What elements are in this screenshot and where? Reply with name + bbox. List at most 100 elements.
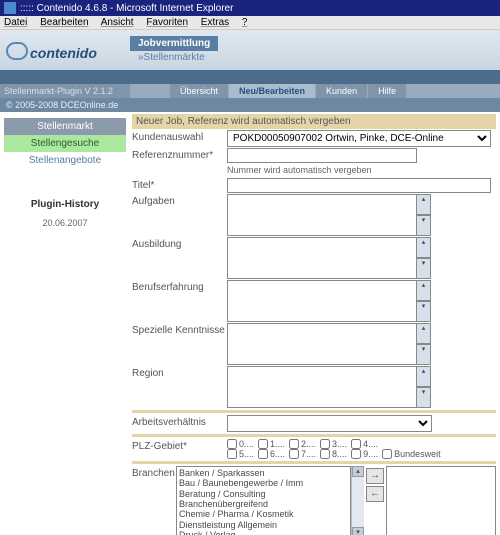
plz-option[interactable]: 7.... (289, 449, 316, 459)
label-aufgaben: Aufgaben (132, 194, 227, 207)
listbox-branchen-selected[interactable] (386, 466, 496, 535)
plz-option[interactable]: 6.... (258, 449, 285, 459)
spin-down-icon[interactable]: ▾ (416, 387, 431, 408)
version-label: Stellenmarkt-Plugin V 2.1.2 (0, 84, 130, 98)
label-region: Region (132, 366, 227, 379)
section-title: Neuer Job, Referenz wird automatisch ver… (132, 114, 496, 129)
header-tabs: Jobvermittlung »Stellenmärkte (130, 36, 500, 64)
list-item[interactable]: Bau / Baunebengewerbe / Imm (179, 478, 348, 488)
sidebar-item-stellenangebote[interactable]: Stellenangebote (4, 152, 126, 169)
label-kundenauswahl: Kundenauswahl (132, 130, 227, 143)
app-icon (4, 2, 16, 14)
menu-help[interactable]: ? (242, 17, 248, 28)
plz-checkbox[interactable] (382, 449, 392, 459)
plz-checkbox[interactable] (289, 439, 299, 449)
spin-up-icon[interactable]: ▴ (416, 323, 431, 344)
label-plz: PLZ-Gebiet* (132, 439, 227, 452)
plz-option[interactable]: 2.... (289, 439, 316, 449)
spin-down-icon[interactable]: ▾ (416, 215, 431, 236)
scroll-up-icon: ▴ (352, 466, 364, 477)
plz-option[interactable]: 3.... (320, 439, 347, 449)
plz-checkbox[interactable] (351, 449, 361, 459)
plz-option[interactable]: 4.... (351, 439, 378, 449)
remove-branchen-button[interactable]: ← (366, 486, 384, 502)
label-ausbildung: Ausbildung (132, 237, 227, 250)
menu-ansicht[interactable]: Ansicht (101, 17, 134, 28)
plz-option[interactable]: 9.... (351, 449, 378, 459)
plz-option[interactable]: Bundesweit (382, 449, 441, 459)
sidebar-history-head: Plugin-History (4, 199, 126, 210)
sub-bar (0, 70, 500, 84)
plz-option[interactable]: 0.... (227, 439, 254, 449)
input-referenz[interactable] (227, 148, 417, 163)
list-item[interactable]: Beratung / Consulting (179, 489, 348, 499)
plz-option[interactable]: 5.... (227, 449, 254, 459)
list-item[interactable]: Dienstleistung Allgemein (179, 520, 348, 530)
scrollbar-branchen[interactable]: ▴▾ (351, 466, 364, 535)
nav-uebersicht[interactable]: Übersicht (170, 84, 228, 98)
logo-text: contenido (30, 45, 97, 61)
list-item[interactable]: Banken / Sparkassen (179, 468, 348, 478)
list-item[interactable]: Branchenübergreifend (179, 499, 348, 509)
sidebar: Stellenmarkt Stellengesuche Stellenangeb… (0, 112, 130, 535)
divider (132, 461, 496, 464)
spin-down-icon[interactable]: ▾ (416, 258, 431, 279)
select-kundenauswahl[interactable]: POKD00050907002 Ortwin, Pinke, DCE-Onlin… (227, 130, 491, 147)
spin-up-icon[interactable]: ▴ (416, 280, 431, 301)
header-tab-main[interactable]: Jobvermittlung (130, 36, 218, 51)
divider (132, 434, 496, 437)
nav-kunden[interactable]: Kunden (316, 84, 367, 98)
spin-down-icon[interactable]: ▾ (416, 344, 431, 365)
list-item[interactable]: Chemie / Pharma / Kosmetik (179, 509, 348, 519)
textarea-aufgaben[interactable] (227, 194, 417, 236)
nav-neu-bearbeiten[interactable]: Neu/Bearbeiten (229, 84, 315, 98)
plz-checkbox[interactable] (351, 439, 361, 449)
input-titel[interactable] (227, 178, 491, 193)
plz-checkbox[interactable] (320, 439, 330, 449)
label-branchen: Branchen (132, 466, 176, 479)
plz-checkbox[interactable] (227, 449, 237, 459)
logo-icon (6, 42, 28, 60)
plz-checkbox[interactable] (289, 449, 299, 459)
menubar: Datei Bearbeiten Ansicht Favoriten Extra… (0, 16, 500, 30)
menu-bearbeiten[interactable]: Bearbeiten (40, 17, 88, 28)
listbox-branchen[interactable]: Banken / SparkassenBau / Baunebengewerbe… (176, 466, 351, 535)
app-header: contenido Jobvermittlung »Stellenmärkte (0, 30, 500, 70)
textarea-beruf[interactable] (227, 280, 417, 322)
sidebar-history-date: 20.06.2007 (4, 218, 126, 228)
label-kenntnisse: Spezielle Kenntnisse (132, 323, 227, 336)
list-item[interactable]: Druck / Verlag (179, 530, 348, 535)
textarea-kenntnisse[interactable] (227, 323, 417, 365)
plz-option[interactable]: 8.... (320, 449, 347, 459)
add-branchen-button[interactable]: → (366, 468, 384, 484)
select-arbeit[interactable] (227, 415, 432, 432)
spin-down-icon[interactable]: ▾ (416, 301, 431, 322)
menu-extras[interactable]: Extras (201, 17, 229, 28)
menu-favoriten[interactable]: Favoriten (146, 17, 188, 28)
label-arbeit: Arbeitsverhältnis (132, 415, 227, 428)
plz-option[interactable]: 1.... (258, 439, 285, 449)
plz-checkbox[interactable] (258, 439, 268, 449)
divider (132, 410, 496, 413)
plz-checkbox[interactable] (320, 449, 330, 459)
menu-datei[interactable]: Datei (4, 17, 27, 28)
window-titlebar: ::::: Contenido 4.6.8 - Microsoft Intern… (0, 0, 500, 16)
label-referenz: Referenznummer* (132, 148, 227, 161)
copyright-spacer (130, 98, 500, 112)
header-tab-sub[interactable]: »Stellenmärkte (130, 51, 500, 64)
logo-area: contenido (0, 36, 130, 65)
plz-checkbox[interactable] (227, 439, 237, 449)
plz-row2: 5.... 6.... 7.... 8.... 9.... Bundesweit (227, 449, 496, 459)
sidebar-head: Stellenmarkt (4, 118, 126, 135)
window-title: ::::: Contenido 4.6.8 - Microsoft Intern… (20, 3, 233, 14)
nav-hilfe[interactable]: Hilfe (368, 84, 406, 98)
textarea-ausbildung[interactable] (227, 237, 417, 279)
spin-up-icon[interactable]: ▴ (416, 237, 431, 258)
textarea-region[interactable] (227, 366, 417, 408)
spin-up-icon[interactable]: ▴ (416, 194, 431, 215)
content-area: Stellenmarkt Stellengesuche Stellenangeb… (0, 112, 500, 535)
plz-checkbox[interactable] (258, 449, 268, 459)
spinner-aufgaben: ▴▾ (416, 194, 431, 236)
sidebar-item-stellengesuche[interactable]: Stellengesuche (4, 135, 126, 152)
spin-up-icon[interactable]: ▴ (416, 366, 431, 387)
